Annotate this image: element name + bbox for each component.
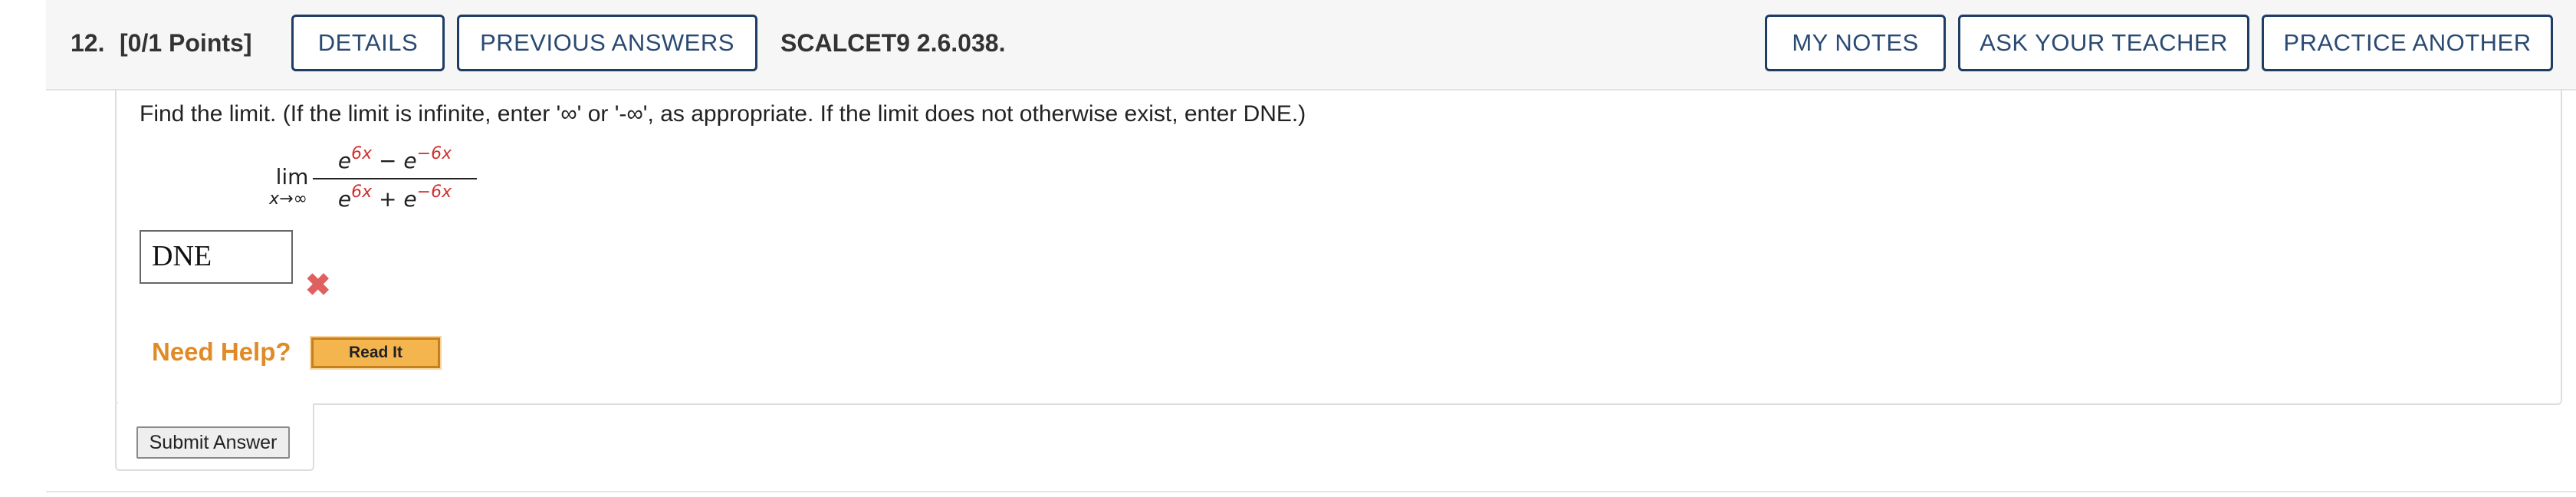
question-header: 12. [0/1 Points] DETAILS PREVIOUS ANSWER…	[46, 0, 2576, 91]
denominator-exponent-2: −6x	[416, 183, 452, 202]
numerator-operator: −	[372, 148, 404, 173]
numerator-exponent-1: 6x	[351, 144, 373, 163]
question-panel	[115, 89, 2562, 405]
answer-input[interactable]: DNE	[140, 230, 293, 284]
denominator-operator: +	[372, 186, 404, 212]
fraction: e6x − e−6x e6x + e−6x	[313, 144, 477, 212]
denominator-exponent-1: 6x	[351, 183, 373, 202]
previous-answers-button[interactable]: PREVIOUS ANSWERS	[457, 15, 757, 71]
my-notes-button[interactable]: MY NOTES	[1765, 15, 1946, 71]
divider	[46, 491, 2576, 492]
denominator-base-2: e	[403, 186, 417, 212]
numerator-base-2: e	[403, 148, 417, 173]
numerator-base-1: e	[337, 148, 352, 173]
submit-answer-button[interactable]: Submit Answer	[136, 426, 290, 459]
points-label: [0/1 Points]	[120, 29, 252, 57]
incorrect-x-icon: ✖	[305, 268, 331, 302]
question-instructions: Find the limit. (If the limit is infinit…	[140, 101, 1306, 127]
numerator-exponent-2: −6x	[416, 144, 452, 163]
ask-your-teacher-button[interactable]: ASK YOUR TEACHER	[1958, 15, 2249, 71]
read-it-button[interactable]: Read It	[310, 336, 442, 370]
numerator: e6x − e−6x	[313, 144, 477, 173]
details-button[interactable]: DETAILS	[291, 15, 445, 71]
practice-another-button[interactable]: PRACTICE ANOTHER	[2262, 15, 2553, 71]
problem-code: SCALCET9 2.6.038.	[780, 29, 1006, 57]
need-help-label: Need Help?	[152, 337, 291, 366]
denominator-base-1: e	[337, 186, 352, 212]
question-number: 12.	[71, 29, 105, 57]
fraction-bar	[313, 178, 477, 179]
denominator: e6x + e−6x	[313, 183, 477, 212]
